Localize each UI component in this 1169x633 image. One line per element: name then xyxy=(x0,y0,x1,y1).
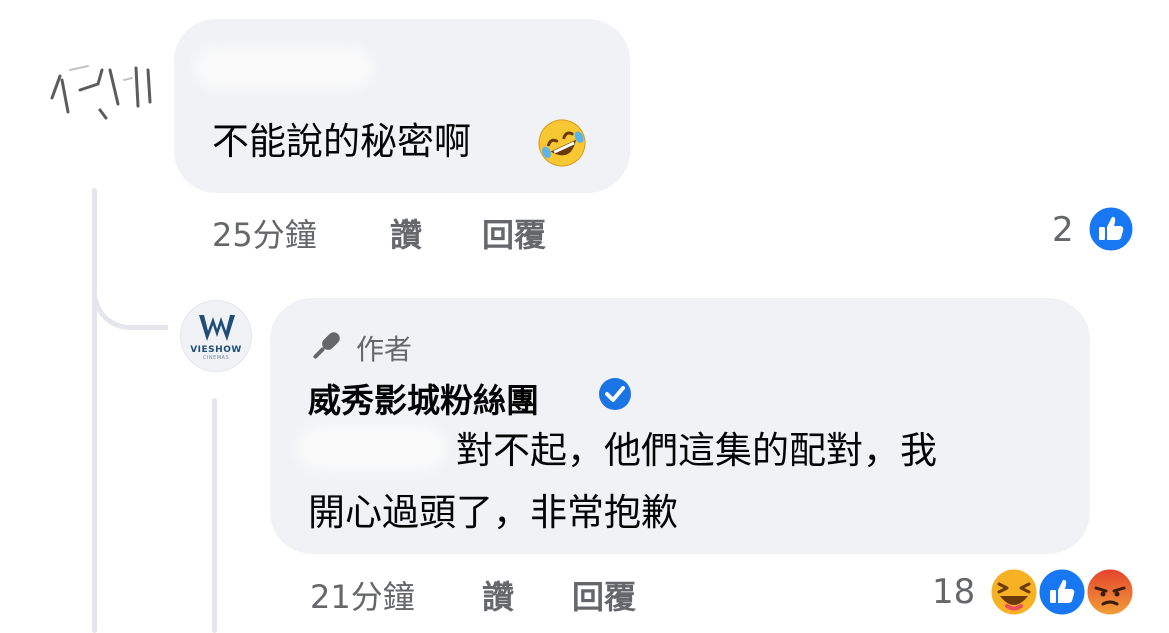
commenter-avatar-redacted[interactable] xyxy=(40,40,170,130)
page-name-link[interactable]: 威秀影城粉絲團 xyxy=(308,374,539,422)
haha-icon[interactable] xyxy=(988,566,1040,618)
reply-text-line2: 開心過頭了，非常抱歉 xyxy=(308,491,678,534)
author-badge: 作者 xyxy=(356,333,413,366)
verified-badge-icon xyxy=(599,378,631,410)
avatar-brand-text: VIESHOW xyxy=(190,345,242,355)
reply-reply-button[interactable]: 回覆 xyxy=(572,572,636,618)
comment-bubble: 不能說的秘密啊 xyxy=(174,19,630,193)
rofl-emoji-icon xyxy=(538,119,586,167)
angry-icon[interactable] xyxy=(1084,566,1136,618)
vieshow-logo-icon xyxy=(199,315,235,341)
comment-text: 不能說的秘密啊 xyxy=(212,120,471,163)
like-icon[interactable] xyxy=(1086,204,1136,254)
reply-thread-line xyxy=(212,398,217,633)
avatar-brand-subtext: CINEMAS xyxy=(202,355,230,361)
redacted-mention xyxy=(296,426,446,470)
comment-timestamp[interactable]: 25分鐘 xyxy=(212,210,317,256)
reply-timestamp[interactable]: 21分鐘 xyxy=(310,572,415,618)
redacted-commenter-name xyxy=(194,47,374,89)
page-avatar[interactable]: VIESHOW CINEMAS xyxy=(180,300,252,372)
microphone-icon xyxy=(313,332,340,359)
like-button[interactable]: 讚 xyxy=(390,210,422,256)
reply-bubble: 作者 威秀影城粉絲團 對不起，他們這集的配對，我 開心過頭了，非常抱歉 xyxy=(270,298,1090,554)
reply-like-button[interactable]: 讚 xyxy=(482,572,514,618)
reaction-count[interactable]: 2 xyxy=(1052,210,1074,250)
thread-connector xyxy=(92,240,168,330)
reply-text-line1: 對不起，他們這集的配對，我 xyxy=(456,429,937,472)
reply-button[interactable]: 回覆 xyxy=(482,210,546,256)
reply-reaction-count[interactable]: 18 xyxy=(932,572,975,612)
like-icon[interactable] xyxy=(1036,566,1088,618)
